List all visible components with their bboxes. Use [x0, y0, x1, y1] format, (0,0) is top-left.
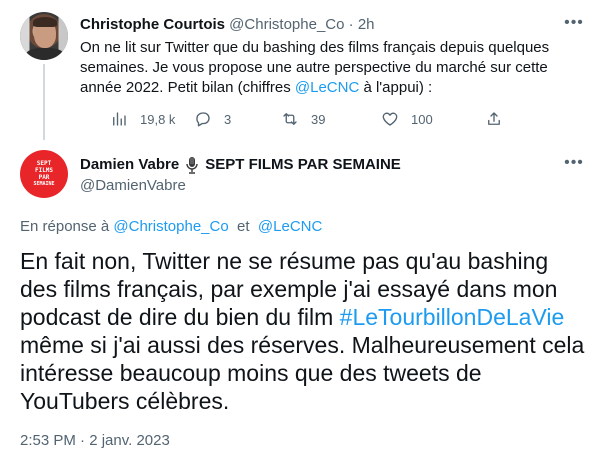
- retweet-count: 39: [311, 111, 326, 127]
- avatar-text-line: SEMAINE: [33, 181, 55, 187]
- tweet-text: On ne lit sur Twitter que du bashing des…: [80, 38, 580, 98]
- tweet-timestamp[interactable]: 2:53 PM · 2 janv. 2023: [20, 432, 170, 450]
- reply-icon: [196, 112, 210, 127]
- views-count: 19,8 k: [140, 111, 176, 127]
- replying-to-line: En réponse à @Christophe_Co et @LeCNC: [20, 218, 322, 236]
- tweet-text: En fait non, Twitter ne se résume pas qu…: [20, 247, 585, 415]
- tweet-text-part: même si j'ai aussi des réserves. Malheur…: [20, 332, 585, 414]
- tweet-text-part: à l'appui) :: [359, 79, 433, 96]
- mention-link[interactable]: @Christophe_Co: [113, 218, 228, 235]
- avatar-damien[interactable]: SEPT FILMS PAR SEMAINE: [20, 150, 68, 198]
- reply-count: 3: [224, 111, 232, 127]
- mention-link[interactable]: @LeCNC: [258, 218, 322, 235]
- tweet-time[interactable]: 2h: [358, 16, 375, 33]
- like-icon: [382, 112, 398, 126]
- author-handle[interactable]: @DamienVabre: [80, 177, 186, 195]
- avatar-christophe[interactable]: [20, 12, 68, 60]
- author-tagline[interactable]: SEPT FILMS PAR SEMAINE: [205, 156, 401, 174]
- views-button[interactable]: 19,8 k: [110, 108, 175, 130]
- share-button[interactable]: [485, 108, 503, 130]
- avatar-text-line: FILMS: [34, 167, 54, 174]
- replying-to-and: et: [237, 218, 250, 235]
- share-icon: [488, 112, 500, 125]
- replying-to-label: En réponse à: [20, 218, 110, 235]
- mention-link[interactable]: @LeCNC: [295, 79, 359, 96]
- microphone-icon: [186, 157, 198, 174]
- author-handle[interactable]: @Christophe_Co: [229, 16, 344, 33]
- thread-connector-line: [43, 64, 45, 140]
- views-icon: [113, 112, 126, 126]
- like-button[interactable]: 100: [381, 108, 433, 130]
- more-icon[interactable]: •••: [564, 15, 584, 36]
- author-name-row[interactable]: Damien Vabre SEPT FILMS PAR SEMAINE: [80, 156, 401, 174]
- hashtag-link[interactable]: #LeTourbillonDeLaVie: [340, 304, 565, 330]
- more-icon[interactable]: •••: [564, 155, 584, 176]
- header-separator: ·: [348, 16, 354, 33]
- reply-button[interactable]: 3: [194, 108, 231, 130]
- retweet-icon: [283, 113, 297, 125]
- avatar-text-line: PAR: [38, 174, 50, 181]
- author-name[interactable]: Damien Vabre: [80, 156, 179, 174]
- tweet-header: Christophe Courtois @Christophe_Co · 2h: [80, 16, 375, 34]
- tweet-actions-bar: 19,8 k 3 39 100: [80, 108, 520, 130]
- like-count: 100: [411, 111, 433, 127]
- author-name[interactable]: Christophe Courtois: [80, 16, 225, 33]
- tweet-focused[interactable]: SEPT FILMS PAR SEMAINE Damien Vabre SEPT…: [0, 140, 600, 463]
- retweet-button[interactable]: 39: [281, 108, 325, 130]
- tweet-parent[interactable]: Christophe Courtois @Christophe_Co · 2h …: [0, 0, 600, 140]
- avatar-text-line: SEPT: [36, 160, 52, 167]
